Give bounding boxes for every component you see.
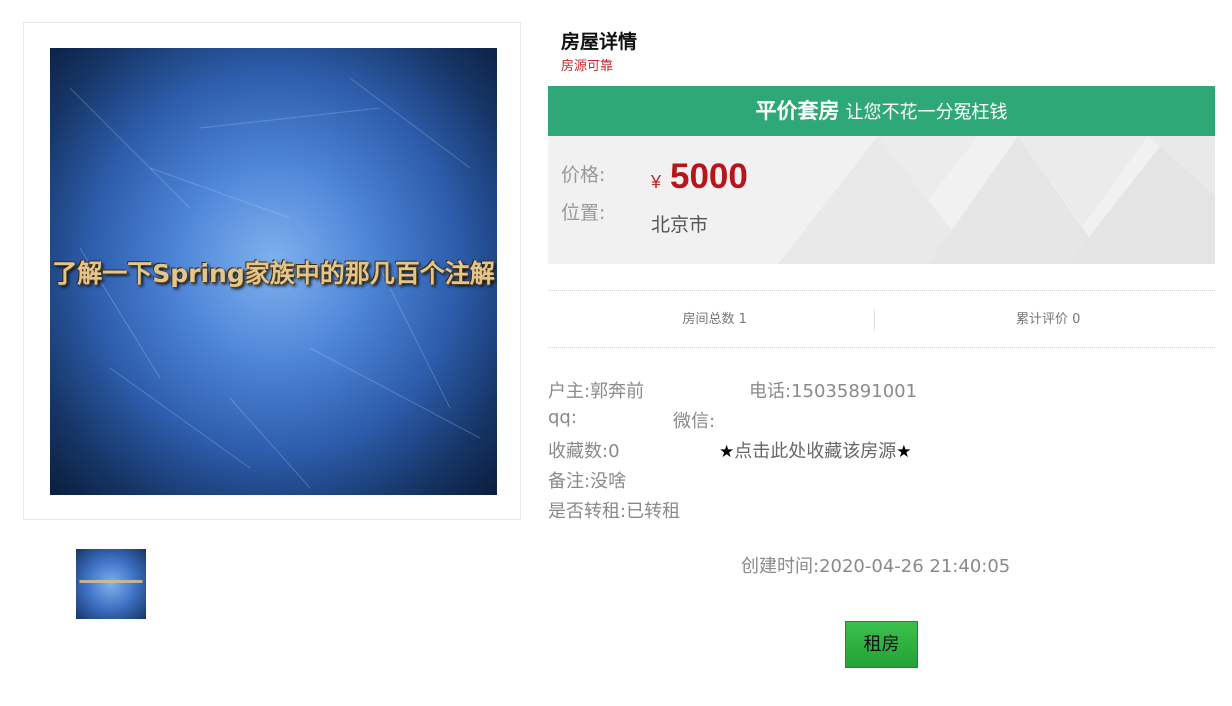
created-label: 创建时间: [741,556,820,577]
page-subtitle: 房源可靠 [561,59,614,74]
created-value: 2020-04-26 21:40:05 [819,556,1011,577]
price-label: 价格: [561,164,606,186]
favorites-row: 收藏数:0 [548,437,620,463]
sublet-row: 是否转租:已转租 [548,497,680,523]
location-label: 位置: [561,202,606,224]
sublet-label: 是否转租: [548,501,627,522]
wechat-row: 微信: [673,407,715,433]
wechat-label: 微信: [673,411,716,432]
price-panel-background [778,136,1215,264]
house-thumbnail[interactable] [76,549,146,619]
currency-symbol: ¥ [651,172,662,192]
phone-label: 电话: [749,381,792,402]
price-value: 5000 [670,157,748,196]
owner-label: 户主: [548,381,591,402]
favorite-link-label: 点击此处收藏该房源 [734,441,897,462]
promo-banner: 平价套房 让您不花一分冤枉钱 [548,86,1215,136]
created-time: 创建时间:2020-04-26 21:40:05 [741,552,1010,578]
phone-value: 15035891001 [791,381,918,402]
remark-value: 没啥 [590,471,627,492]
star-icon: ★ [719,442,735,462]
favorites-label: 收藏数: [548,441,609,462]
main-image-caption: 了解一下Spring家族中的那几百个注解 [52,259,495,288]
favorites-count: 0 [608,441,620,462]
owner-row: 户主:郭奔前 [548,377,644,403]
remark-label: 备注: [548,471,591,492]
banner-slogan: 让您不花一分冤枉钱 [845,102,1008,123]
house-stats: 房间总数 1 累计评价 0 [548,290,1215,348]
favorite-house-link[interactable]: ★点击此处收藏该房源★ [719,437,912,463]
review-count: 累计评价 0 [1016,312,1081,327]
sublet-value: 已转租 [626,501,681,522]
rent-button[interactable]: 租房 [845,621,918,668]
remark-row: 备注:没啥 [548,467,626,493]
qq-label: qq: [548,407,577,428]
banner-strong-text: 平价套房 [755,99,840,123]
phone-row: 电话:15035891001 [749,377,917,403]
main-house-image: 了解一下Spring家族中的那几百个注解 [50,48,497,495]
star-icon: ★ [896,442,912,462]
qq-row: qq: [548,407,577,428]
owner-name: 郭奔前 [590,381,645,402]
stats-divider [874,309,875,331]
page-title: 房屋详情 [561,31,638,53]
thumbnail-caption-mark [76,580,146,583]
price-panel: 价格: 位置: ¥ 5000 北京市 [548,136,1215,264]
house-image-gallery: 了解一下Spring家族中的那几百个注解 [23,22,521,520]
location-value: 北京市 [651,214,709,236]
room-count: 房间总数 1 [682,312,747,327]
